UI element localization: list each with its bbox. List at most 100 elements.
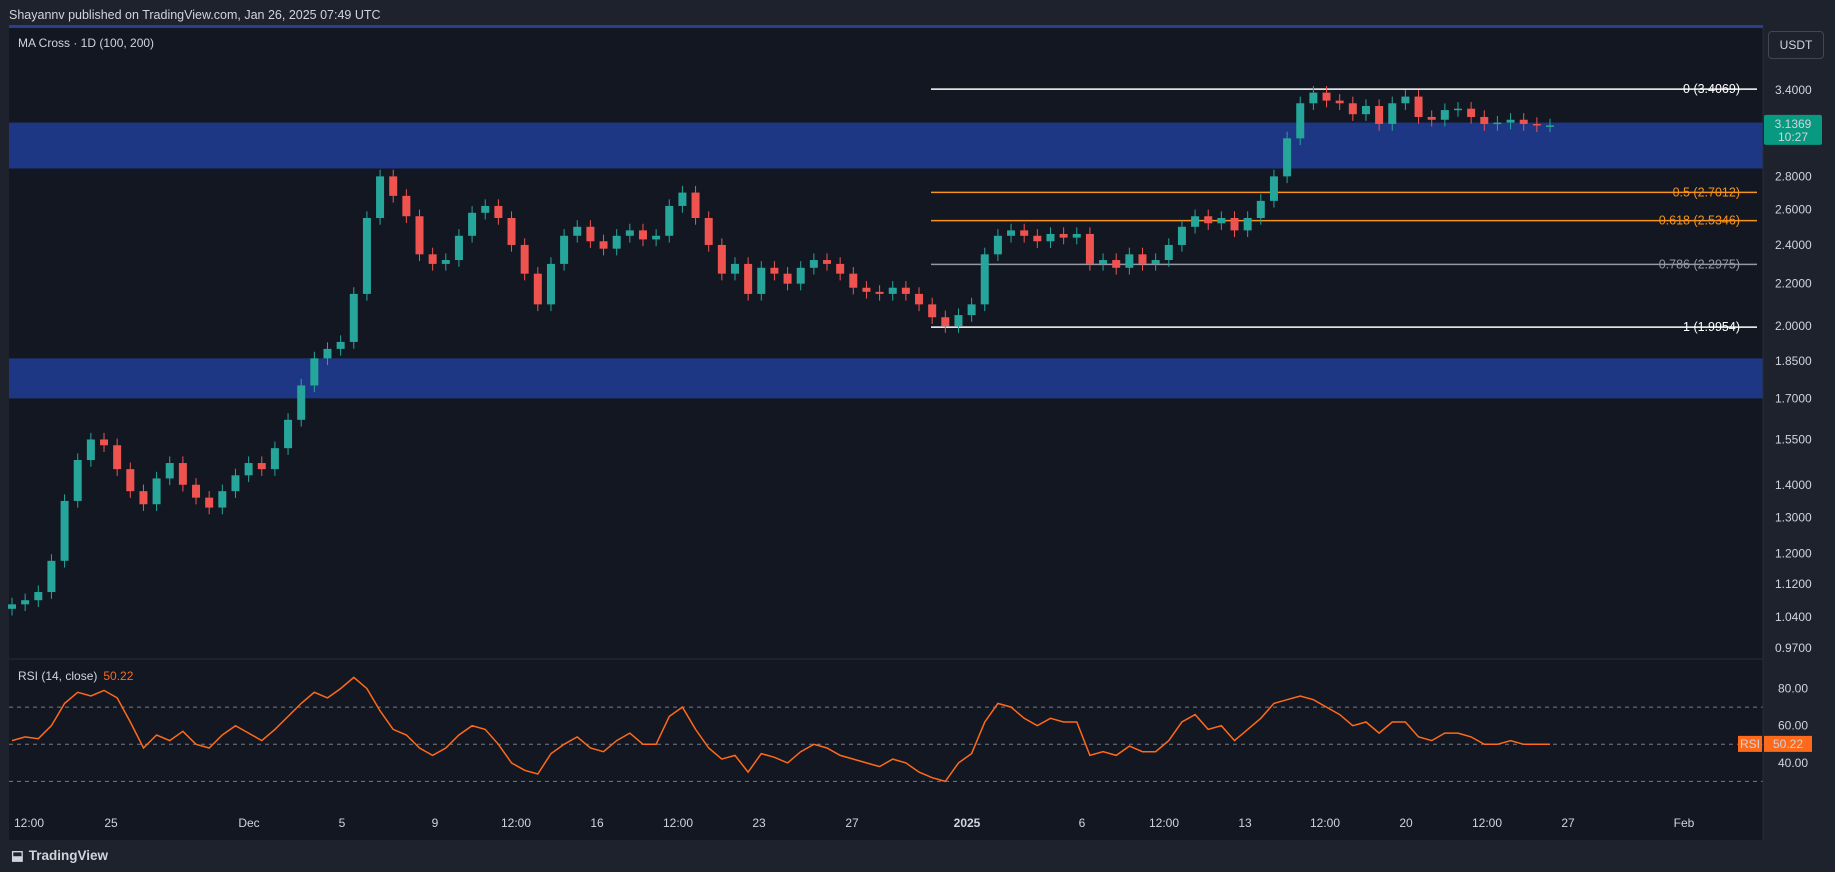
candle-body <box>1467 108 1476 117</box>
rsi-legend[interactable]: RSI (14, close) 50.22 <box>18 669 133 683</box>
candle-body <box>257 463 266 470</box>
candle <box>362 211 371 301</box>
candle <box>730 257 739 281</box>
time-tick-label: 12:00 <box>1310 816 1340 830</box>
price-tick-label: 1.4000 <box>1775 478 1812 492</box>
candle-body <box>441 260 450 264</box>
candle <box>1414 89 1423 124</box>
candle <box>100 432 109 452</box>
time-tick-label: Dec <box>238 816 259 830</box>
candle <box>113 438 122 476</box>
candle-body <box>1375 105 1384 124</box>
currency-button[interactable]: USDT <box>1768 31 1824 59</box>
candle-body <box>1007 230 1016 236</box>
time-tick-label: 5 <box>339 816 346 830</box>
rsi-tick-label: 80.00 <box>1778 682 1808 696</box>
candle <box>638 223 647 247</box>
candle <box>533 267 542 312</box>
candle <box>257 456 266 476</box>
candle-body <box>1309 92 1318 104</box>
candle <box>678 185 687 213</box>
candle <box>284 413 293 455</box>
footer <box>0 840 1835 872</box>
candle-body <box>126 469 135 492</box>
candle <box>428 247 437 271</box>
time-tick-label: 23 <box>752 816 766 830</box>
candle-body <box>297 385 306 420</box>
candle-body <box>336 341 345 349</box>
rsi-badge-name-text: RSI <box>1740 737 1760 751</box>
time-tick-label: Feb <box>1674 816 1695 830</box>
candle-body <box>717 244 726 274</box>
indicator-label[interactable]: MA Cross · 1D (100, 200) <box>18 36 154 50</box>
candle-body <box>915 293 924 305</box>
candle-body <box>376 176 385 218</box>
fib-level-label: 1 (1.9954) <box>1683 320 1740 334</box>
candle <box>888 281 897 301</box>
candle-body <box>823 260 832 264</box>
candle <box>139 484 148 511</box>
candle-body <box>836 263 845 274</box>
candle <box>1269 169 1278 208</box>
price-tick-label: 1.1200 <box>1775 577 1812 591</box>
candle-body <box>34 592 43 601</box>
candle-body <box>73 460 82 501</box>
candle <box>1243 211 1252 238</box>
candle-body <box>1414 96 1423 117</box>
candle-body <box>625 230 634 236</box>
candle <box>349 287 358 349</box>
candle <box>875 285 884 301</box>
candle <box>573 220 582 243</box>
candle-body <box>560 235 569 264</box>
candle-body <box>573 226 582 236</box>
candle-body <box>901 287 910 294</box>
time-tick-label: 12:00 <box>663 816 693 830</box>
candle <box>1138 247 1147 271</box>
support-zone <box>9 358 1763 399</box>
time-tick-label: 12:00 <box>1472 816 1502 830</box>
candle-body <box>1348 103 1357 115</box>
candle-body <box>1401 96 1410 104</box>
candle-body <box>402 195 411 217</box>
candle-body <box>1230 217 1239 231</box>
candle-body <box>1335 100 1344 104</box>
candle <box>612 229 621 256</box>
candle <box>823 253 832 271</box>
price-tag-layer: 3.136910:27 <box>1764 114 1822 145</box>
fib-level-label: 0.5 (2.7012) <box>1673 185 1740 199</box>
candle-body <box>875 291 884 294</box>
fib-level-label: 0.786 (2.2975) <box>1659 257 1740 271</box>
price-tick-label: 1.2000 <box>1775 546 1812 560</box>
candle-body <box>1361 105 1370 115</box>
candle <box>165 456 174 486</box>
price-tick-label: 2.2000 <box>1775 277 1812 291</box>
candle <box>270 441 279 476</box>
candle <box>809 253 818 275</box>
time-tick-label: 6 <box>1079 816 1086 830</box>
candle-body <box>1125 254 1134 268</box>
candle <box>625 223 634 243</box>
candle-body <box>730 263 739 274</box>
candle-body <box>349 293 358 342</box>
time-tick-label: 12:00 <box>14 816 44 830</box>
candle-body <box>796 267 805 284</box>
candle <box>862 281 871 299</box>
candle-body <box>980 254 989 305</box>
price-tick-label: 1.8500 <box>1775 354 1812 368</box>
price-tick-label: 2.8000 <box>1775 169 1812 183</box>
fibonacci-layer: 0 (3.4069) 0.5 (2.7012) 0.618 (2.5346) 0.78… <box>931 82 1757 334</box>
candle <box>1348 96 1357 121</box>
candle-body <box>849 273 858 288</box>
candle-body <box>1138 254 1147 264</box>
candle <box>586 220 595 248</box>
tradingview-logo[interactable]: ⬓ TradingView <box>11 848 108 864</box>
candle-body <box>770 267 779 274</box>
candle <box>1033 229 1042 248</box>
candle <box>218 484 227 515</box>
resistance-zone <box>9 122 1763 169</box>
time-tick-label: 25 <box>104 816 118 830</box>
candle-body <box>21 600 30 605</box>
chart-canvas[interactable]: 0 (3.4069) 0.5 (2.7012) 0.618 (2.5346) 0.78… <box>0 0 1835 872</box>
candle <box>73 453 82 508</box>
candle-body <box>1177 226 1186 245</box>
